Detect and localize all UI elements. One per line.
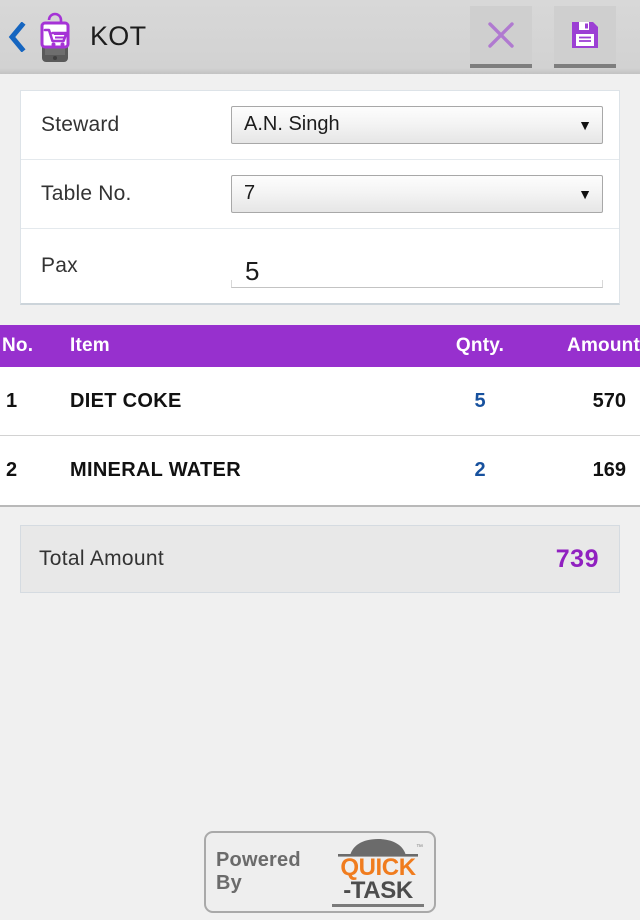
- app-bar: KOT: [0, 0, 640, 74]
- items-table: No. Item Qnty. Amount 1 DIET COKE 5 570 …: [0, 325, 640, 507]
- table-row[interactable]: 2 MINERAL WATER 2 169: [0, 436, 640, 505]
- cell-qty: 2: [474, 459, 486, 481]
- table-no-label: Table No.: [41, 182, 132, 205]
- total-section: Total Amount 739: [0, 507, 640, 593]
- save-button[interactable]: [554, 6, 616, 68]
- table-no-selected-value: 7: [244, 183, 256, 204]
- chevron-left-icon: [8, 22, 26, 52]
- cell-item: DIET COKE: [70, 389, 182, 412]
- steward-selected-value: A.N. Singh: [244, 114, 340, 135]
- svg-text:™: ™: [416, 844, 423, 851]
- column-header-amount: Amount: [567, 335, 640, 356]
- steward-label: Steward: [41, 113, 120, 136]
- page-title: KOT: [90, 20, 147, 51]
- total-amount-value: 739: [555, 544, 599, 573]
- table-header-row: No. Item Qnty. Amount: [0, 325, 640, 367]
- form-row-table-no: Table No. 7 ▼: [21, 160, 619, 229]
- table-no-field: 7 ▼: [231, 175, 603, 213]
- steward-select[interactable]: A.N. Singh ▼: [231, 106, 603, 144]
- steward-field: A.N. Singh ▼: [231, 106, 603, 144]
- chevron-down-icon: ▼: [578, 117, 592, 133]
- back-button[interactable]: [4, 11, 30, 63]
- shopping-cart-app-icon: [32, 9, 78, 65]
- save-icon: [570, 20, 600, 50]
- cell-qty: 5: [474, 389, 486, 412]
- cell-no: 2: [6, 459, 18, 481]
- column-header-qty: Qnty.: [455, 335, 505, 356]
- close-icon: [485, 19, 517, 51]
- form-row-pax: Pax 5: [21, 229, 619, 303]
- table-body: 1 DIET COKE 5 570 2 MINERAL WATER 2 169: [0, 367, 640, 507]
- close-button[interactable]: [470, 6, 532, 68]
- footer: Powered By ™ QUICK -TASK: [0, 824, 640, 920]
- pax-label: Pax: [41, 254, 78, 277]
- table-no-select[interactable]: 7 ▼: [231, 175, 603, 213]
- app-bar-actions: [470, 6, 630, 68]
- cell-amount: 169: [592, 459, 626, 481]
- table-row[interactable]: 1 DIET COKE 5 570: [0, 367, 640, 436]
- cell-no: 1: [6, 389, 18, 412]
- column-header-item: Item: [70, 335, 110, 356]
- total-amount-card: Total Amount 739: [20, 525, 620, 593]
- form-row-steward: Steward A.N. Singh ▼: [21, 91, 619, 160]
- brand-quick: QUICK: [340, 853, 416, 881]
- cell-amount: 570: [592, 389, 626, 412]
- chevron-down-icon: ▼: [578, 186, 592, 202]
- brand-task: -TASK: [332, 879, 424, 908]
- total-amount-label: Total Amount: [39, 547, 165, 570]
- pax-input[interactable]: 5: [231, 244, 603, 288]
- quicktask-logo: ™ QUICK -TASK: [332, 837, 424, 908]
- pax-underline: [231, 280, 603, 288]
- column-header-no: No.: [2, 335, 34, 356]
- order-details-card: Steward A.N. Singh ▼ Table No. 7 ▼ Pax 5: [20, 90, 620, 305]
- pax-field: 5: [231, 244, 603, 288]
- dome-icon: ™: [332, 837, 424, 857]
- powered-by-label: Powered By: [216, 849, 301, 894]
- powered-by-badge: Powered By ™ QUICK -TASK: [204, 831, 436, 913]
- cell-item: MINERAL WATER: [70, 459, 241, 481]
